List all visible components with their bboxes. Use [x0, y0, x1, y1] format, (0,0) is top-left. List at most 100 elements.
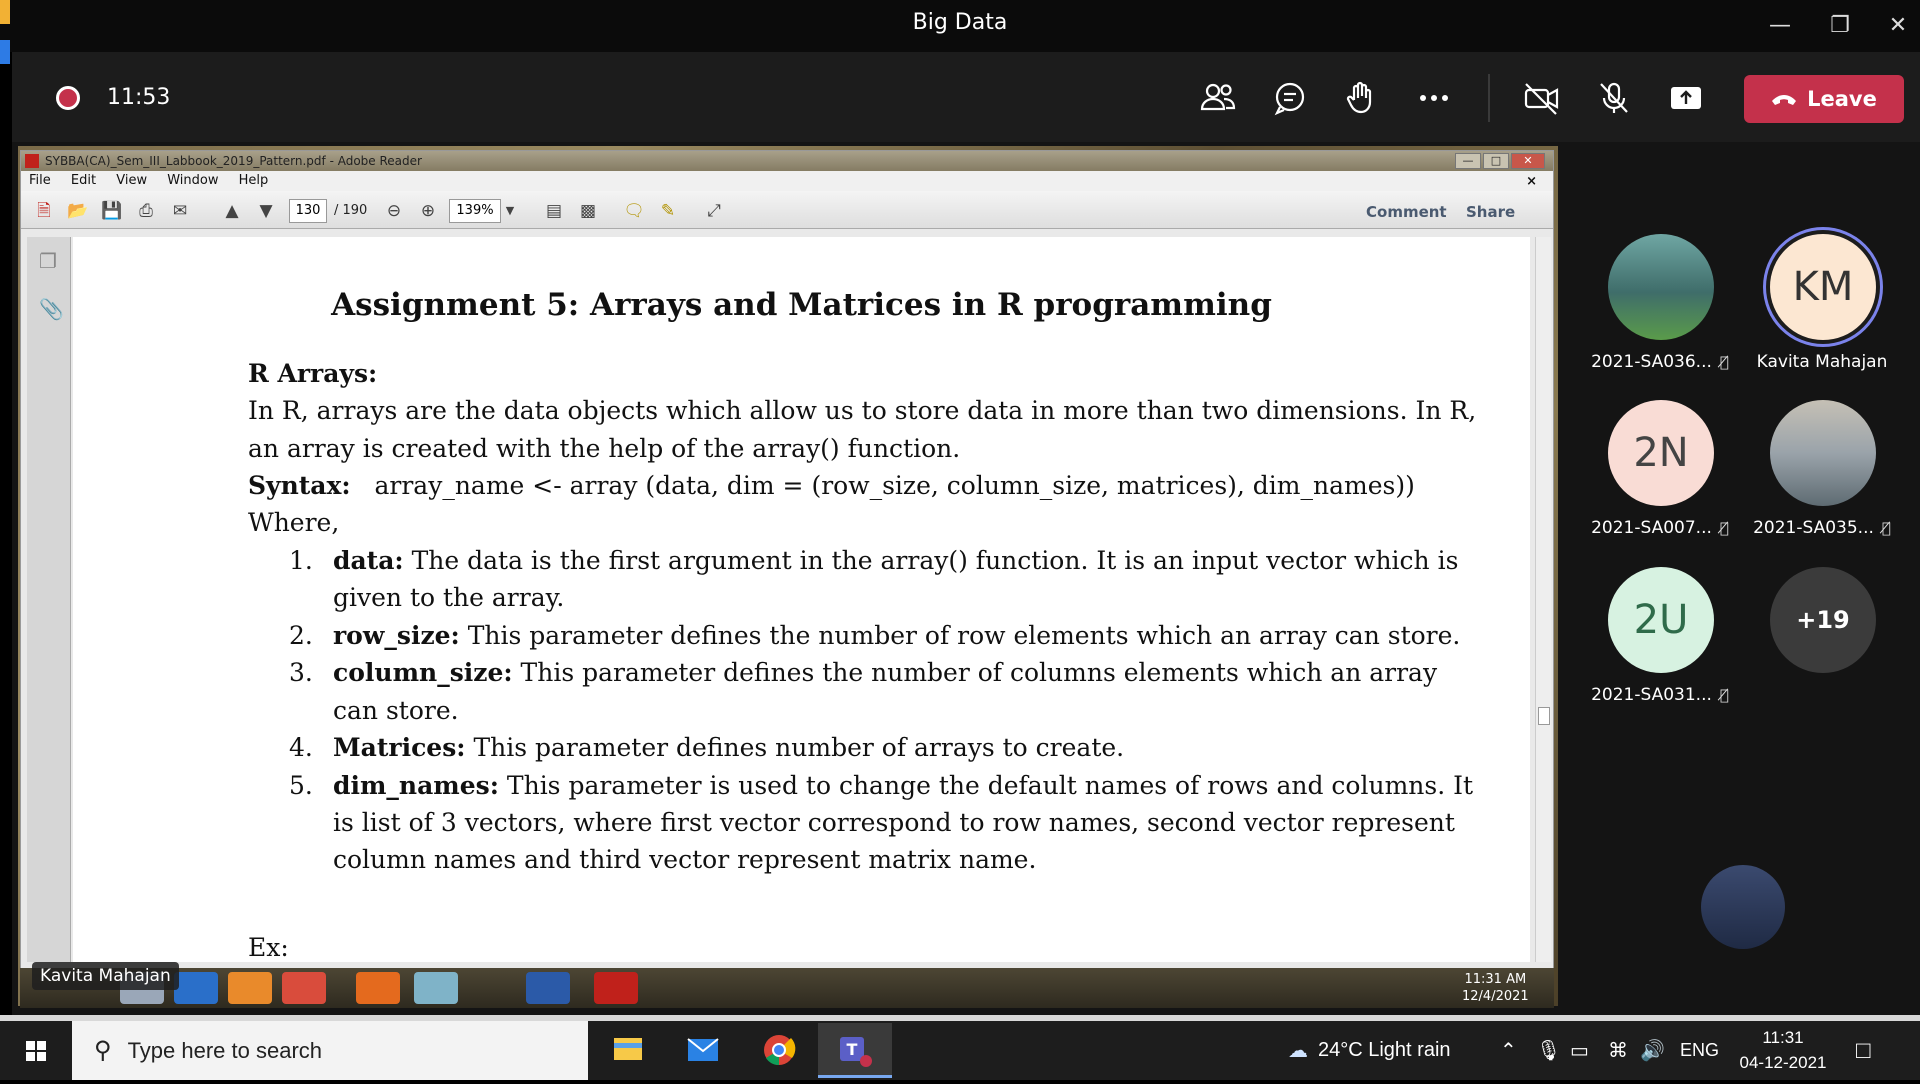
menubar-close-icon[interactable]: × [1518, 172, 1545, 189]
teams-icon[interactable]: T [818, 1023, 892, 1078]
cloud-rain-icon: ☁ [1288, 1040, 1308, 1062]
intro-line-1: In R, arrays are the data objects which … [248, 396, 1477, 425]
participant-tile[interactable]: 2021-SA035... 🎙̸ [1732, 400, 1912, 550]
print-icon[interactable]: ⎙ [133, 199, 159, 223]
example-label: Ex: [248, 933, 289, 962]
participant-tile[interactable]: KM Kavita Mahajan [1732, 234, 1912, 384]
notifications-icon[interactable]: □ [1856, 1021, 1871, 1080]
fit-page-icon[interactable]: ▤ [541, 199, 567, 223]
mail-icon[interactable] [666, 1023, 740, 1078]
previous-page-icon[interactable]: ▲ [219, 199, 245, 223]
reader-menubar: File Edit View Window Help × [21, 171, 1553, 191]
list-item-continuation: given to the array. [333, 583, 565, 612]
pdf-icon [25, 154, 39, 168]
fullscreen-icon[interactable]: ⤢ [701, 199, 727, 223]
close-icon[interactable]: ✕ [1880, 8, 1916, 44]
ie-icon [174, 972, 218, 1004]
navigation-pane: ❐ 📎 [27, 237, 71, 962]
more-participants-tile[interactable]: +19 [1732, 567, 1912, 717]
word-icon [526, 972, 570, 1004]
participant-name: 2021-SA031... 🎙̸ [1591, 685, 1729, 705]
save-icon[interactable]: 💾 [99, 199, 125, 223]
wifi-icon[interactable]: ⌘ [1608, 1021, 1628, 1080]
search-icon: ⚲ [94, 1037, 112, 1064]
create-pdf-icon[interactable]: 🗎 [31, 199, 57, 223]
menu-edit[interactable]: Edit [63, 171, 104, 188]
email-icon[interactable]: ✉ [167, 199, 193, 223]
zoom-in-icon[interactable]: ⊕ [415, 199, 441, 223]
battery-icon[interactable]: ▭ [1570, 1021, 1589, 1080]
scroll-thumb[interactable] [1538, 707, 1550, 725]
tray-chevron-icon[interactable]: ⌃ [1500, 1021, 1517, 1080]
open-icon[interactable]: 📂 [65, 199, 91, 223]
mic-off-icon: 🎙̸ [1719, 353, 1729, 371]
page-scrollbar[interactable] [1535, 237, 1551, 962]
toolbar-divider [1488, 74, 1490, 122]
more-icon[interactable] [1412, 76, 1456, 120]
attachments-icon[interactable]: 📎 [39, 297, 64, 321]
sticky-note-icon[interactable]: 🗨 [621, 199, 647, 223]
syntax-line: Syntax: array_name <- array (data, dim =… [248, 471, 1415, 500]
mic-tray-icon[interactable]: 🎙 [1536, 1021, 1561, 1080]
participant-tile[interactable]: 2N 2021-SA007... 🎙̸ [1570, 400, 1750, 550]
weather-widget[interactable]: ☁ 24°C Light rain [1288, 1021, 1451, 1080]
presenter-name-tag: Kavita Mahajan [32, 962, 179, 990]
menu-help[interactable]: Help [231, 171, 277, 188]
next-page-icon[interactable]: ▼ [253, 199, 279, 223]
chat-icon[interactable] [1268, 76, 1312, 120]
list-number: 4. [289, 733, 313, 762]
avatar [1608, 234, 1714, 340]
participant-tile[interactable]: 2U 2021-SA031... 🎙̸ [1570, 567, 1750, 717]
avatar: 2U [1608, 567, 1714, 673]
fit-width-icon[interactable]: ▩ [575, 199, 601, 223]
participant-name: 2021-SA035... 🎙̸ [1753, 518, 1891, 538]
edge-accent-blue [0, 40, 10, 64]
mic-off-icon: 🎙̸ [1881, 519, 1891, 537]
people-icon[interactable] [1196, 76, 1240, 120]
leave-button[interactable]: Leave [1744, 75, 1904, 123]
list-number: 1. [289, 546, 313, 575]
restore-icon[interactable]: ❐ [1822, 8, 1858, 44]
list-item: dim_names: This parameter is used to cha… [333, 771, 1474, 800]
comment-link[interactable]: Comment [1366, 203, 1447, 221]
reader-close-icon[interactable]: ✕ [1511, 153, 1545, 169]
volume-icon[interactable]: 🔊 [1640, 1021, 1665, 1080]
reader-minimize-icon[interactable]: — [1455, 153, 1481, 169]
zoom-input[interactable]: 139% [449, 199, 501, 223]
notes-icon [414, 972, 458, 1004]
mic-off-icon[interactable] [1592, 76, 1636, 120]
list-number: 3. [289, 658, 313, 687]
participant-name: Kavita Mahajan [1756, 352, 1888, 372]
section-title: R Arrays: [248, 359, 378, 388]
window-title: Big Data [912, 10, 1008, 35]
pages-panel-icon[interactable]: ❐ [39, 249, 57, 273]
chrome-taskbar-icon[interactable] [742, 1023, 816, 1078]
highlight-icon[interactable]: ✎ [655, 199, 681, 223]
zoom-out-icon[interactable]: ⊖ [381, 199, 407, 223]
menu-file[interactable]: File [21, 171, 59, 188]
reader-window-title: SYBBA(CA)_Sem_III_Labbook_2019_Pattern.p… [45, 154, 422, 168]
phone-hangup-icon [1771, 87, 1797, 111]
zoom-dropdown-icon[interactable]: ▼ [501, 199, 519, 223]
participant-tile[interactable]: 2021-SA036... 🎙̸ [1570, 234, 1750, 384]
camera-off-icon[interactable] [1520, 76, 1564, 120]
page-total: / 190 [334, 203, 368, 218]
language-indicator[interactable]: ENG [1680, 1021, 1719, 1080]
list-item-continuation: is list of 3 vectors, where first vector… [333, 808, 1455, 837]
where-line: Where, [248, 508, 340, 537]
file-explorer-icon[interactable] [590, 1023, 664, 1078]
taskbar-search-box[interactable]: ⚲ Type here to search [72, 1021, 588, 1080]
page-number-input[interactable]: 130 [289, 199, 327, 223]
windows-start-icon[interactable] [0, 1021, 72, 1080]
avatar: KM [1770, 234, 1876, 340]
menu-window[interactable]: Window [159, 171, 226, 188]
share-screen-icon[interactable] [1664, 76, 1708, 120]
taskbar-clock[interactable]: 11:31 04-12-2021 [1718, 1025, 1848, 1075]
mic-off-icon: 🎙̸ [1719, 519, 1729, 537]
share-link[interactable]: Share [1466, 203, 1515, 221]
windows-taskbar: ⚲ Type here to search T ☁ 24°C Light rai… [0, 1015, 1920, 1080]
reader-restore-icon[interactable]: □ [1483, 153, 1509, 169]
menu-view[interactable]: View [108, 171, 155, 188]
raise-hand-icon[interactable] [1340, 76, 1384, 120]
minimize-icon[interactable]: — [1762, 8, 1798, 44]
